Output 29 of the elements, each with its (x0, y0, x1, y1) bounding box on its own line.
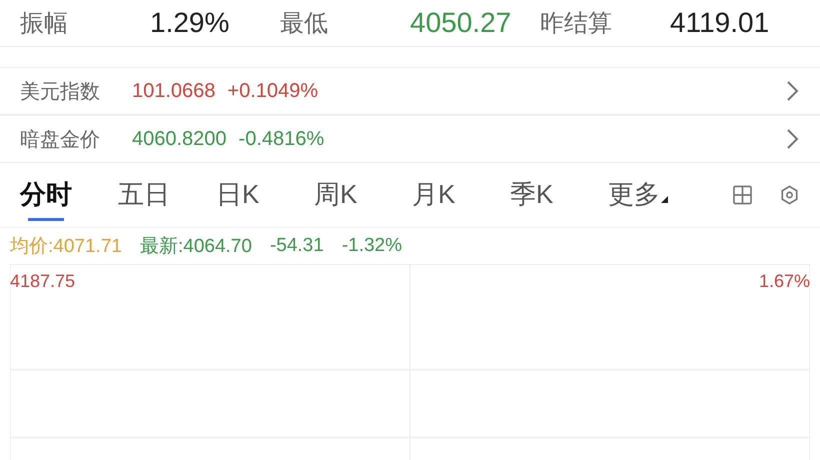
index-name: 暗盘金价 (20, 128, 101, 152)
index-name: 美元指数 (20, 80, 101, 104)
latest-price: 最新:4064.70 (140, 235, 252, 259)
axis-percent-label: 1.67% (758, 271, 810, 292)
caret-icon (661, 196, 668, 203)
index-change: +0.1049% (227, 80, 318, 102)
axis-price-label: 4187.75 (10, 271, 76, 292)
percent-change: -1.32% (342, 235, 402, 257)
period-tab[interactable]: 日K (216, 169, 260, 221)
index-row[interactable]: 美元指数 101.0668 +0.1049% (0, 67, 820, 115)
index-value: 101.0668 (132, 80, 216, 102)
chevron-right-icon (786, 128, 800, 150)
summary-label: 振幅 (20, 9, 69, 39)
period-tab[interactable]: 月K (412, 169, 456, 221)
price-change: -54.31 (270, 235, 324, 257)
period-tab[interactable]: 季K (510, 169, 554, 221)
index-value: 4060.8200 (132, 128, 227, 150)
average-price: 均价:4071.71 (10, 235, 122, 259)
summary-label: 最低 (280, 9, 329, 39)
chevron-right-icon (786, 80, 800, 102)
summary-label: 昨结算 (540, 9, 613, 39)
summary-value: 1.29% (150, 7, 230, 39)
summary-value: 4119.01 (670, 7, 770, 39)
period-tab[interactable]: 更多 (608, 169, 668, 221)
summary-value: 4050.27 (410, 7, 512, 39)
period-tab[interactable]: 周K (314, 169, 358, 221)
period-tab[interactable]: 五日 (118, 169, 170, 221)
index-change: -0.4816% (238, 128, 324, 150)
index-row[interactable]: 暗盘金价 4060.8200 -0.4816% (0, 115, 820, 163)
